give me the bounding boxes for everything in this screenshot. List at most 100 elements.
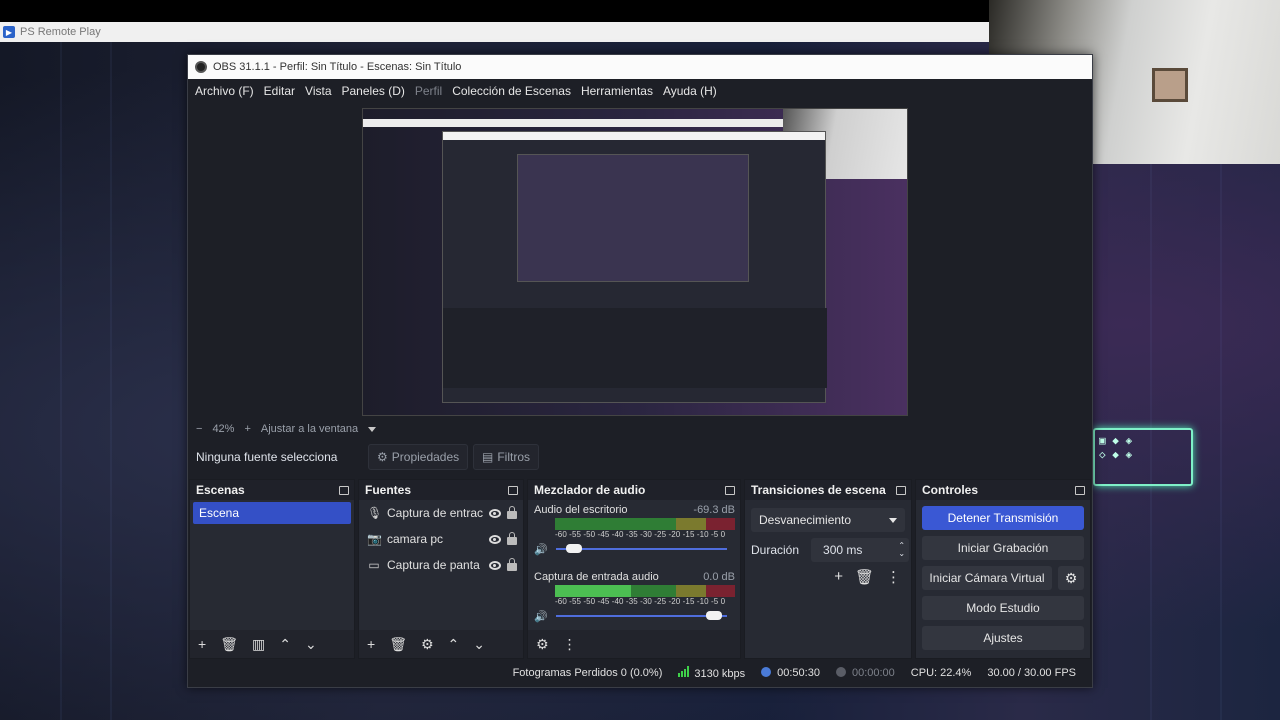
eye-icon[interactable] <box>489 560 501 570</box>
zoom-value: 42% <box>212 423 235 435</box>
obs-titlebar: OBS 31.1.1 - Perfil: Sin Título - Escena… <box>188 55 1092 79</box>
menu-docks[interactable]: Paneles (D) <box>337 84 410 98</box>
filters-button[interactable]: ▤ Filtros <box>473 444 540 470</box>
microphone-icon: 🎙 <box>367 506 383 520</box>
add-icon[interactable]: + <box>834 568 843 586</box>
stop-stream-button[interactable]: Detener Transmisión <box>922 506 1084 530</box>
record-icon <box>835 667 846 677</box>
undock-icon[interactable] <box>725 485 735 495</box>
start-recording-button[interactable]: Iniciar Grabación <box>922 536 1084 560</box>
lock-icon[interactable] <box>507 532 517 545</box>
arrow-down-icon[interactable]: ⌄ <box>473 636 485 653</box>
link-gear-icon[interactable]: ⚙ <box>536 636 549 653</box>
lock-icon[interactable] <box>507 558 517 571</box>
undock-icon[interactable] <box>1075 485 1085 495</box>
sources-dock: Fuentes 🎙 Captura de entrac 📷 camara pc … <box>358 479 524 659</box>
menu-scene-collection[interactable]: Colección de Escenas <box>447 84 576 98</box>
duration-label: Duración <box>751 543 800 557</box>
dropped-frames: Fotogramas Perdidos 0 (0.0%) <box>512 667 663 679</box>
neon-sign-image: ▣ ◆ ◈ ◇ ◆ ◈ <box>1093 428 1193 486</box>
trash-icon[interactable]: 🗑 <box>389 636 407 653</box>
menu-tools[interactable]: Herramientas <box>576 84 658 98</box>
menu-file[interactable]: Archivo (F) <box>190 84 259 98</box>
meter-scale: -60 -55 -50 -45 -40 -35 -30 -25 -20 -15 … <box>555 597 726 606</box>
meter-scale: -60 -55 -50 -45 -40 -35 -30 -25 -20 -15 … <box>555 530 726 539</box>
source-label: Captura de entrac <box>387 506 483 520</box>
chevron-down-icon <box>889 517 897 523</box>
filter-icon[interactable]: ▥ <box>252 636 265 653</box>
transitions-title: Transiciones de escena <box>751 483 886 497</box>
start-virtualcam-button[interactable]: Iniciar Cámara Virtual <box>922 566 1052 590</box>
obs-logo-icon <box>195 61 207 73</box>
menu-profile[interactable]: Perfil <box>410 84 447 98</box>
preview-canvas[interactable] <box>362 108 908 416</box>
controls-title: Controles <box>922 483 979 497</box>
source-label: camara pc <box>387 532 444 546</box>
source-item[interactable]: ▭ Captura de panta <box>359 552 523 578</box>
studio-mode-button[interactable]: Modo Estudio <box>922 596 1084 620</box>
spin-arrows-icon[interactable]: ⌃ ⌄ <box>898 542 905 558</box>
mixer-title: Mezclador de audio <box>534 483 646 497</box>
zoom-fit-label[interactable]: Ajustar a la ventana <box>261 423 358 435</box>
stream-time-value: 00:50:30 <box>777 667 820 679</box>
scene-item[interactable]: Escena <box>193 502 351 524</box>
audio-mixer-dock: Mezclador de audio Audio del escritorio -… <box>527 479 741 659</box>
duration-spinbox[interactable]: 300 ms ⌃ ⌄ <box>811 538 910 562</box>
trash-icon[interactable]: 🗑 <box>855 568 874 586</box>
trash-icon[interactable]: 🗑 <box>220 636 238 653</box>
properties-button[interactable]: ⚙ Propiedades <box>368 444 469 470</box>
gear-icon[interactable]: ⚙ <box>1058 566 1084 590</box>
menu-help[interactable]: Ayuda (H) <box>658 84 722 98</box>
add-icon[interactable]: + <box>198 636 206 652</box>
undock-icon[interactable] <box>339 485 349 495</box>
gear-icon[interactable]: ⚙ <box>421 636 434 653</box>
window-title: OBS 31.1.1 - Perfil: Sin Título - Escena… <box>213 61 462 73</box>
bitrate-indicator: 3130 kbps <box>678 666 745 680</box>
zoom-out-button[interactable]: − <box>196 423 202 435</box>
add-icon[interactable]: + <box>367 636 375 652</box>
volume-meter <box>555 585 735 597</box>
arrow-up-icon[interactable]: ⌃ <box>448 636 460 653</box>
volume-slider[interactable] <box>556 611 727 620</box>
properties-label: Propiedades <box>391 450 460 464</box>
transition-selected: Desvanecimiento <box>759 513 852 527</box>
zoom-in-button[interactable]: + <box>244 423 250 435</box>
cpu-usage: CPU: 22.4% <box>910 667 972 679</box>
no-source-selected: Ninguna fuente selecciona <box>196 450 338 464</box>
scenes-title: Escenas <box>196 483 245 497</box>
fps-value: 30.00 / 30.00 FPS <box>987 667 1076 679</box>
arrow-up-icon[interactable]: ⌃ <box>279 636 291 653</box>
eye-icon[interactable] <box>489 508 501 518</box>
settings-button[interactable]: Ajustes <box>922 626 1084 650</box>
filter-icon: ▤ <box>482 450 494 464</box>
mixer-channel: Audio del escritorio -69.3 dB -60 -55 -50… <box>528 500 740 557</box>
camera-icon: 📷 <box>367 532 382 546</box>
zoom-bar: − 42% + Ajustar a la ventana <box>188 421 377 437</box>
volume-slider[interactable] <box>556 544 727 553</box>
eye-icon[interactable] <box>489 534 501 544</box>
transition-select[interactable]: Desvanecimiento <box>751 508 905 532</box>
source-toolbar: Ninguna fuente selecciona ⚙ Propiedades … <box>188 443 1092 471</box>
more-vertical-icon[interactable]: ⋮ <box>563 636 577 653</box>
transitions-dock: Transiciones de escena Desvanecimiento D… <box>744 479 912 659</box>
nested-obs-image <box>442 131 827 403</box>
picture-frame-image <box>1152 68 1188 102</box>
duration-value: 300 ms <box>823 543 863 557</box>
channel-name: Audio del escritorio <box>534 504 628 516</box>
status-bar: Fotogramas Perdidos 0 (0.0%) 3130 kbps 0… <box>188 659 1092 687</box>
menu-edit[interactable]: Editar <box>259 84 300 98</box>
source-item[interactable]: 🎙 Captura de entrac <box>359 500 523 526</box>
speaker-icon[interactable]: 🔊 <box>534 543 548 556</box>
arrow-down-icon[interactable]: ⌄ <box>305 636 317 653</box>
gear-icon: ⚙ <box>377 450 388 464</box>
undock-icon[interactable] <box>896 485 906 495</box>
speaker-icon[interactable]: 🔊 <box>534 610 548 623</box>
scenes-toolbar: + 🗑 ▥ ⌃ ⌄ <box>190 630 354 658</box>
undock-icon[interactable] <box>508 485 518 495</box>
lock-icon[interactable] <box>507 506 517 519</box>
menu-view[interactable]: Vista <box>300 84 336 98</box>
source-item[interactable]: 📷 camara pc <box>359 526 523 552</box>
more-vertical-icon[interactable]: ⋮ <box>886 568 901 586</box>
chevron-down-icon[interactable] <box>368 426 377 432</box>
scene-item-label: Escena <box>199 506 240 520</box>
